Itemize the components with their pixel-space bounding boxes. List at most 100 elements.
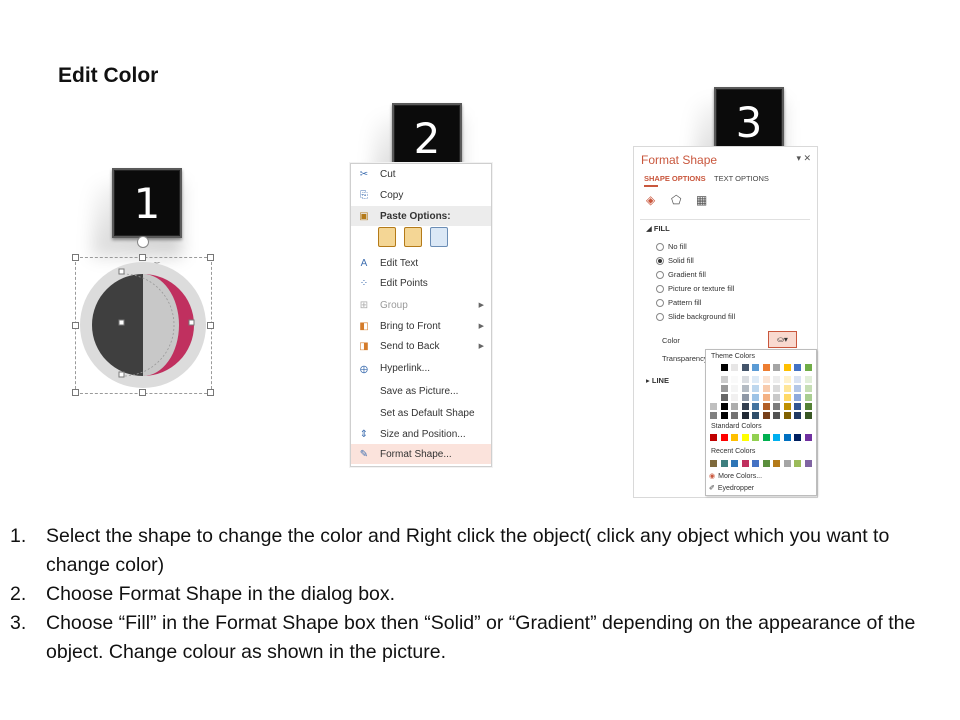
color-swatch[interactable] bbox=[804, 376, 812, 383]
menu-item-edit-points[interactable]: ⁘ Edit Points bbox=[351, 273, 491, 293]
color-swatch[interactable] bbox=[794, 364, 801, 371]
color-swatch[interactable] bbox=[783, 364, 791, 371]
color-swatch[interactable] bbox=[720, 434, 728, 441]
color-swatch[interactable] bbox=[741, 385, 749, 392]
color-swatch[interactable] bbox=[752, 403, 759, 410]
effects-icon[interactable]: ⬠ bbox=[671, 193, 681, 207]
moon-shape[interactable] bbox=[80, 262, 206, 388]
color-swatch[interactable] bbox=[752, 385, 759, 392]
color-swatch[interactable] bbox=[804, 434, 812, 441]
rotate-handle[interactable] bbox=[137, 236, 149, 248]
color-swatch[interactable] bbox=[720, 394, 728, 401]
color-swatch[interactable] bbox=[710, 412, 717, 419]
color-swatch[interactable] bbox=[762, 385, 770, 392]
menu-item-set-default-shape[interactable]: Set as Default Shape bbox=[351, 403, 491, 423]
color-swatch[interactable] bbox=[710, 394, 717, 401]
color-swatch[interactable] bbox=[720, 364, 728, 371]
menu-item-save-as-picture[interactable]: Save as Picture... bbox=[351, 381, 491, 401]
paste-merge-icon[interactable] bbox=[404, 227, 422, 247]
resize-handle[interactable] bbox=[139, 389, 146, 396]
menu-item-copy[interactable]: ⎘ Copy bbox=[351, 185, 491, 205]
color-swatch[interactable] bbox=[720, 412, 728, 419]
color-swatch[interactable] bbox=[741, 364, 749, 371]
color-swatch[interactable] bbox=[731, 460, 738, 467]
color-swatch[interactable] bbox=[794, 460, 801, 467]
tab-text-options[interactable]: TEXT OPTIONS bbox=[714, 174, 769, 183]
color-swatch[interactable] bbox=[710, 460, 717, 467]
resize-handle[interactable] bbox=[72, 389, 79, 396]
color-swatch[interactable] bbox=[783, 434, 791, 441]
color-swatch[interactable] bbox=[804, 403, 812, 410]
color-swatch[interactable] bbox=[720, 460, 728, 467]
color-swatch[interactable] bbox=[783, 394, 791, 401]
color-swatch[interactable] bbox=[720, 385, 728, 392]
menu-item-edit-text[interactable]: A Edit Text bbox=[351, 253, 491, 273]
color-swatch[interactable] bbox=[773, 460, 780, 467]
color-swatch[interactable] bbox=[731, 364, 738, 371]
resize-handle[interactable] bbox=[207, 322, 214, 329]
color-picker-button[interactable]: ⛀▾ bbox=[768, 331, 797, 348]
radio-pattern-fill[interactable]: Pattern fill bbox=[656, 298, 701, 307]
color-swatch[interactable] bbox=[783, 376, 791, 383]
color-swatch[interactable] bbox=[752, 376, 759, 383]
line-section-header[interactable]: ▸ LINE bbox=[646, 376, 669, 385]
color-swatch[interactable] bbox=[762, 434, 770, 441]
resize-handle[interactable] bbox=[207, 254, 214, 261]
color-swatch[interactable] bbox=[710, 385, 717, 392]
color-swatch[interactable] bbox=[794, 412, 801, 419]
color-swatch[interactable] bbox=[804, 460, 812, 467]
color-swatch[interactable] bbox=[731, 434, 738, 441]
radio-gradient-fill[interactable]: Gradient fill bbox=[656, 270, 706, 279]
color-swatch[interactable] bbox=[773, 434, 780, 441]
color-swatch[interactable] bbox=[783, 412, 791, 419]
radio-no-fill[interactable]: No fill bbox=[656, 242, 687, 251]
color-swatch[interactable] bbox=[741, 460, 749, 467]
color-swatch[interactable] bbox=[773, 412, 780, 419]
color-swatch[interactable] bbox=[752, 394, 759, 401]
menu-item-group[interactable]: ⊞ Group ▶ bbox=[351, 295, 491, 315]
color-swatch[interactable] bbox=[731, 376, 738, 383]
menu-item-size-position[interactable]: ⇕ Size and Position... bbox=[351, 424, 491, 444]
menu-item-format-shape[interactable]: ✎ Format Shape... bbox=[351, 444, 491, 464]
color-swatch[interactable] bbox=[741, 412, 749, 419]
color-swatch[interactable] bbox=[731, 385, 738, 392]
color-swatch[interactable] bbox=[783, 460, 791, 467]
menu-item-cut[interactable]: ✂ Cut bbox=[351, 164, 491, 184]
color-swatch[interactable] bbox=[762, 403, 770, 410]
radio-solid-fill[interactable]: Solid fill bbox=[656, 256, 694, 265]
color-swatch[interactable] bbox=[762, 364, 770, 371]
paste-picture-icon[interactable] bbox=[430, 227, 448, 247]
color-swatch[interactable] bbox=[773, 376, 780, 383]
color-swatch[interactable] bbox=[804, 364, 812, 371]
color-swatch[interactable] bbox=[794, 403, 801, 410]
tab-shape-options[interactable]: SHAPE OPTIONS bbox=[644, 174, 706, 183]
menu-item-send-to-back[interactable]: ◨ Send to Back ▶ bbox=[351, 336, 491, 356]
color-swatch[interactable] bbox=[741, 434, 749, 441]
color-swatch[interactable] bbox=[741, 394, 749, 401]
color-swatch[interactable] bbox=[710, 403, 717, 410]
color-swatch[interactable] bbox=[773, 385, 780, 392]
color-swatch[interactable] bbox=[762, 394, 770, 401]
eyedropper-item[interactable]: ✐ Eyedropper bbox=[709, 484, 754, 493]
color-swatch[interactable] bbox=[762, 460, 770, 467]
resize-handle[interactable] bbox=[139, 254, 146, 261]
more-colors-item[interactable]: ◉ More Colors... bbox=[709, 472, 762, 481]
fill-section-header[interactable]: ◢ FILL bbox=[646, 224, 670, 233]
menu-item-bring-to-front[interactable]: ◧ Bring to Front ▶ bbox=[351, 316, 491, 336]
color-swatch[interactable] bbox=[783, 403, 791, 410]
color-swatch[interactable] bbox=[752, 434, 759, 441]
color-swatch[interactable] bbox=[783, 385, 791, 392]
radio-slide-background-fill[interactable]: Slide background fill bbox=[656, 312, 735, 321]
color-swatch[interactable] bbox=[731, 412, 738, 419]
color-swatch[interactable] bbox=[762, 376, 770, 383]
resize-handle[interactable] bbox=[207, 389, 214, 396]
color-swatch[interactable] bbox=[710, 434, 717, 441]
fill-line-icon[interactable]: ◈ bbox=[646, 193, 655, 207]
radio-picture-fill[interactable]: Picture or texture fill bbox=[656, 284, 734, 293]
color-swatch[interactable] bbox=[773, 394, 780, 401]
color-swatch[interactable] bbox=[731, 394, 738, 401]
color-swatch[interactable] bbox=[804, 394, 812, 401]
color-swatch[interactable] bbox=[731, 403, 738, 410]
color-swatch[interactable] bbox=[752, 364, 759, 371]
color-swatch[interactable] bbox=[710, 364, 717, 371]
